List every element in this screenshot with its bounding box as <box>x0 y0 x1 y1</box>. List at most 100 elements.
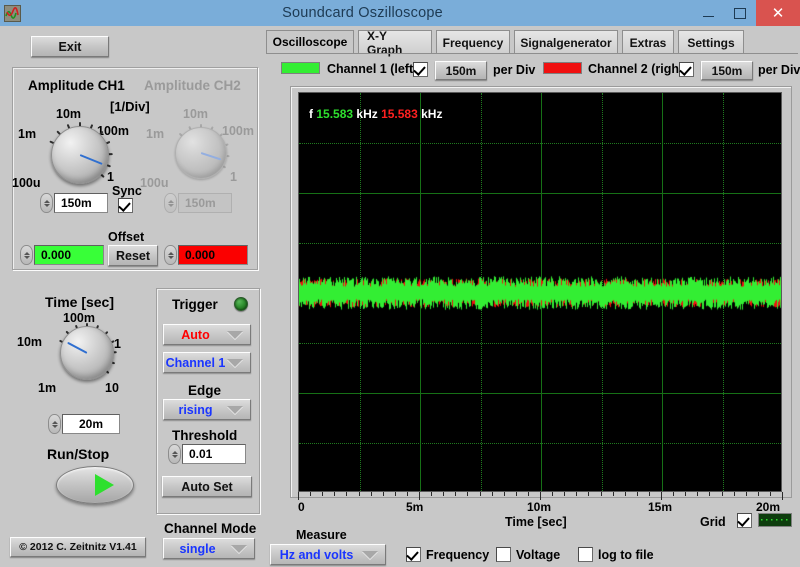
measure-mode-value: Hz and volts <box>279 547 354 562</box>
channel2-label: Channel 2 (right) <box>588 62 688 76</box>
tab-underline <box>266 53 798 54</box>
offset-ch1-stepper[interactable] <box>20 245 33 265</box>
title-bar: Soundcard Oszilloscope ✕ <box>0 0 800 26</box>
time-knob[interactable] <box>60 326 114 380</box>
chevron-down-icon <box>227 330 243 339</box>
exit-button[interactable]: Exit <box>31 36 109 57</box>
measure-log-checkbox[interactable] <box>578 547 593 562</box>
copyright-button[interactable]: © 2012 C. Zeitnitz V1.41 <box>10 537 146 557</box>
time-per-div-value[interactable]: 20m <box>62 414 120 434</box>
channel1-per-div-label: per Div <box>493 63 536 77</box>
maximize-button[interactable] <box>724 0 756 26</box>
measure-frequency-checkbox[interactable] <box>406 547 421 562</box>
channel1-enable-checkbox[interactable] <box>413 62 428 77</box>
time-per-div-field[interactable]: 20m <box>48 414 120 434</box>
amplitude-ch1-title: Amplitude CH1 <box>28 78 125 93</box>
offset-ch1-value[interactable]: 0.000 <box>34 245 104 265</box>
trigger-threshold-stepper[interactable] <box>168 444 181 464</box>
offset-ch2-field[interactable]: 0.000 <box>164 245 248 265</box>
channel2-per-div-value[interactable]: 150m <box>701 61 753 80</box>
channel-mode-combo[interactable]: single <box>163 538 255 559</box>
ch1-knob-label-10m: 10m <box>56 107 82 121</box>
amplitude-ch1-stepper[interactable] <box>40 193 53 213</box>
close-button[interactable]: ✕ <box>756 0 800 26</box>
measure-frequency-label: Frequency <box>426 548 490 562</box>
measure-voltage-checkbox[interactable] <box>496 547 511 562</box>
channel1-color-swatch <box>281 62 320 74</box>
trigger-edge-combo[interactable]: rising <box>163 399 251 420</box>
amplitude-ch1-value[interactable]: 150m <box>54 193 108 213</box>
x-tick-label: 10m <box>527 500 552 514</box>
ch1-knob-label-100u: 100u <box>12 176 41 190</box>
offset-ch1-field[interactable]: 0.000 <box>20 245 104 265</box>
ch2-knob-label-100u: 100u <box>140 176 169 190</box>
auto-set-button[interactable]: Auto Set <box>162 476 252 497</box>
tab-oscilloscope[interactable]: Oscilloscope <box>266 30 354 54</box>
offset-ch2-stepper[interactable] <box>164 245 177 265</box>
amplitude-ch1-knob[interactable] <box>51 126 109 184</box>
tab-signalgenerator[interactable]: Signalgenerator <box>514 30 618 54</box>
amplitude-ch1-field[interactable]: 150m <box>40 193 108 213</box>
amplitude-ch2-knob <box>175 127 227 179</box>
tab-extras[interactable]: Extras <box>622 30 674 54</box>
waveform-trace <box>299 93 781 491</box>
channel1-label: Channel 1 (left) <box>327 62 418 76</box>
channel-mode-value: single <box>179 541 216 556</box>
ch2-knob-label-1: 1 <box>230 170 237 184</box>
sync-checkbox[interactable] <box>118 198 133 213</box>
measure-mode-combo[interactable]: Hz and volts <box>270 544 386 565</box>
time-title: Time [sec] <box>45 294 114 310</box>
per-div-label: [1/Div] <box>110 99 150 114</box>
ch1-knob-label-1m: 1m <box>18 127 37 141</box>
play-icon <box>94 474 114 496</box>
window-controls: ✕ <box>692 0 800 26</box>
channel2-per-div-label: per Div <box>758 63 800 77</box>
offset-ch2-value[interactable]: 0.000 <box>178 245 248 265</box>
ch2-knob-label-1m: 1m <box>146 127 165 141</box>
sync-label: Sync <box>112 184 142 198</box>
time-per-div-stepper[interactable] <box>48 414 61 434</box>
channel2-enable-checkbox[interactable] <box>679 62 694 77</box>
chevron-down-icon <box>362 550 378 559</box>
x-tick-label: 5m <box>406 500 424 514</box>
chevron-down-icon <box>231 544 247 553</box>
amplitude-ch2-title: Amplitude CH2 <box>144 78 241 93</box>
offset-reset-button[interactable]: Reset <box>108 245 158 266</box>
tab-settings[interactable]: Settings <box>678 30 744 54</box>
time-knob-label-1m: 1m <box>38 381 57 395</box>
oscilloscope-plot[interactable]: f 15.583 kHz 15.583 kHz <box>298 92 782 492</box>
tab-xy-graph[interactable]: X-Y Graph <box>358 29 432 57</box>
trigger-source-combo[interactable]: Channel 1 <box>163 352 251 373</box>
ch2-knob-label-10m: 10m <box>183 107 209 121</box>
time-knob-label-10m: 10m <box>17 335 43 349</box>
amplitude-ch2-value: 150m <box>178 193 232 213</box>
channel1-per-div-value[interactable]: 150m <box>435 61 487 80</box>
trigger-source-value: Channel 1 <box>165 355 226 370</box>
trigger-threshold-field[interactable]: 0.01 <box>168 444 246 464</box>
trigger-led <box>234 297 248 311</box>
chevron-down-icon <box>227 405 243 414</box>
trigger-edge-value: rising <box>178 402 213 417</box>
trigger-edge-label: Edge <box>188 383 222 398</box>
window-title: Soundcard Oszilloscope <box>282 5 443 21</box>
measure-title: Measure <box>296 528 347 542</box>
amplitude-ch2-field: 150m <box>164 193 232 213</box>
x-tick-label: 15m <box>648 500 673 514</box>
offset-label: Offset <box>108 230 145 244</box>
application-window: Soundcard Oszilloscope ✕ Exit Amplitude … <box>0 0 800 567</box>
trigger-threshold-label: Threshold <box>172 428 238 443</box>
x-tick-label: 0 <box>298 500 305 514</box>
tab-frequency[interactable]: Frequency <box>436 30 510 54</box>
trigger-title: Trigger <box>172 297 218 312</box>
x-tick-label: 20m <box>756 500 781 514</box>
trigger-mode-value: Auto <box>181 327 210 342</box>
x-axis-labels: 0 5m 10m 15m 20m <box>290 500 790 514</box>
run-stop-button[interactable] <box>56 466 134 504</box>
trigger-threshold-value[interactable]: 0.01 <box>182 444 246 464</box>
measure-bar: Measure Hz and volts Frequency Voltage l… <box>266 522 798 567</box>
tab-bar: Oscilloscope X-Y Graph Frequency Signalg… <box>266 29 798 57</box>
channel-mode-label: Channel Mode <box>164 521 257 536</box>
minimize-button[interactable] <box>692 0 724 26</box>
measure-log-label: log to file <box>598 548 654 562</box>
trigger-mode-combo[interactable]: Auto <box>163 324 251 345</box>
